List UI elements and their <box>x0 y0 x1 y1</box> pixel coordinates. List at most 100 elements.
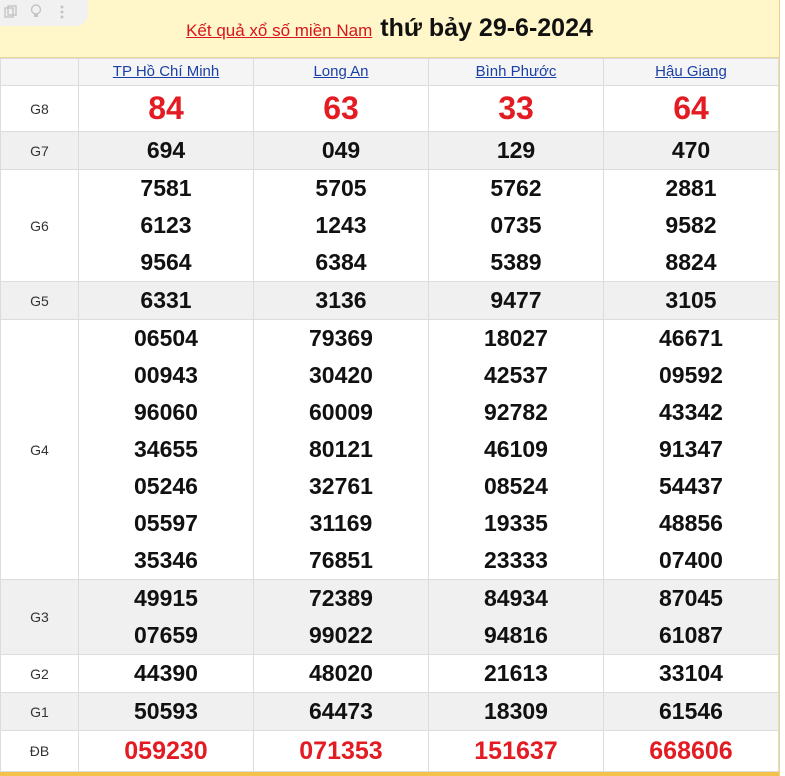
jackpot-value: 668606 <box>603 730 779 772</box>
prize-label: G5 <box>0 281 79 320</box>
prize-value: 07659 <box>134 622 198 648</box>
prize-value: 19335 <box>484 510 548 536</box>
prize-value: 694 <box>78 131 254 170</box>
draw-date: thứ bảy 29-6-2024 <box>380 14 593 42</box>
prize-cell: 5762 0735 5389 <box>428 169 604 282</box>
prize-cell: 87045 61087 <box>603 579 779 655</box>
jackpot-value: 059230 <box>78 730 254 772</box>
prize-value: 05246 <box>134 473 198 499</box>
lightbulb-icon[interactable] <box>28 4 44 22</box>
prize-cell: 49915 07659 <box>78 579 254 655</box>
prize-value: 92782 <box>484 399 548 425</box>
prize-value: 1243 <box>315 212 367 238</box>
prize-value: 31169 <box>309 510 373 536</box>
prize-row-db: ĐB 059230 071353 151637 668606 <box>0 730 779 772</box>
prize-value: 33 <box>428 85 604 132</box>
prize-value: 34655 <box>134 436 198 462</box>
corner-cell <box>0 58 79 86</box>
prize-value: 35346 <box>134 547 198 573</box>
prize-value: 64473 <box>253 692 429 731</box>
prize-cell: 46671 09592 43342 91347 54437 48856 0740… <box>603 319 779 580</box>
prize-row-g6: G6 7581 6123 9564 5705 1243 6384 5762 07… <box>0 169 779 282</box>
prize-cell: 84934 94816 <box>428 579 604 655</box>
prize-value: 48020 <box>253 654 429 693</box>
results-panel: Kết quả xổ số miền Nam thứ bảy 29-6-2024… <box>0 0 780 776</box>
prize-value: 18027 <box>484 325 548 351</box>
province-link-long-an[interactable]: Long An <box>313 63 368 80</box>
prize-value: 33104 <box>603 654 779 693</box>
prize-value: 87045 <box>659 585 723 611</box>
prize-cell: 2881 9582 8824 <box>603 169 779 282</box>
floating-toolbar <box>0 0 88 26</box>
prize-cell: 06504 00943 96060 34655 05246 05597 3534… <box>78 319 254 580</box>
prize-value: 80121 <box>309 436 373 462</box>
prize-value: 76851 <box>309 547 373 573</box>
more-options-icon[interactable] <box>54 5 70 22</box>
prize-value: 79369 <box>309 325 373 351</box>
prize-value: 5705 <box>315 175 367 201</box>
region-results-link[interactable]: Kết quả xổ số miền Nam <box>186 21 372 41</box>
prize-value: 44390 <box>78 654 254 693</box>
prize-row-g1: G1 50593 64473 18309 61546 <box>0 692 779 731</box>
prize-value: 2881 <box>665 175 717 201</box>
prize-cell: 72389 99022 <box>253 579 429 655</box>
prize-value: 5389 <box>490 249 542 275</box>
prize-label: G6 <box>0 169 79 282</box>
prize-value: 48856 <box>659 510 723 536</box>
prize-row-g8: G8 84 63 33 64 <box>0 85 779 132</box>
province-link-binh-phuoc[interactable]: Bình Phước <box>476 63 557 80</box>
jackpot-value: 071353 <box>253 730 429 772</box>
prize-value: 09592 <box>659 362 723 388</box>
prize-value: 63 <box>253 85 429 132</box>
prize-label: G1 <box>0 692 79 731</box>
prize-label: ĐB <box>0 730 79 772</box>
prize-value: 00943 <box>134 362 198 388</box>
province-link-hau-giang[interactable]: Hậu Giang <box>655 63 727 80</box>
prize-label: G3 <box>0 579 79 655</box>
prize-row-g4: G4 06504 00943 96060 34655 05246 05597 3… <box>0 319 779 580</box>
prize-value: 049 <box>253 131 429 170</box>
province-link-hcm[interactable]: TP Hồ Chí Minh <box>113 63 219 80</box>
prize-value: 42537 <box>484 362 548 388</box>
prize-value: 9477 <box>428 281 604 320</box>
prize-value: 23333 <box>484 547 548 573</box>
prize-value: 46109 <box>484 436 548 462</box>
prize-value: 46671 <box>659 325 723 351</box>
prize-value: 9564 <box>140 249 192 275</box>
prize-value: 3105 <box>603 281 779 320</box>
prize-value: 3136 <box>253 281 429 320</box>
prize-value: 06504 <box>134 325 198 351</box>
prize-value: 9582 <box>665 212 717 238</box>
prize-row-g2: G2 44390 48020 21613 33104 <box>0 654 779 693</box>
prize-value: 470 <box>603 131 779 170</box>
prize-row-g3: G3 49915 07659 72389 99022 84934 94816 8… <box>0 579 779 655</box>
prize-row-g7: G7 694 049 129 470 <box>0 131 779 170</box>
prize-value: 94816 <box>484 622 548 648</box>
bottom-accent-line <box>0 772 779 776</box>
prize-value: 6123 <box>140 212 192 238</box>
prize-value: 61087 <box>659 622 723 648</box>
prize-value: 96060 <box>134 399 198 425</box>
prize-label: G8 <box>0 85 79 132</box>
prize-value: 8824 <box>665 249 717 275</box>
prize-value: 129 <box>428 131 604 170</box>
prize-cell: 7581 6123 9564 <box>78 169 254 282</box>
copy-icon[interactable] <box>2 5 18 21</box>
prize-value: 91347 <box>659 436 723 462</box>
prize-value: 18309 <box>428 692 604 731</box>
prize-value: 43342 <box>659 399 723 425</box>
prize-value: 72389 <box>309 585 373 611</box>
prize-value: 64 <box>603 85 779 132</box>
prize-label: G4 <box>0 319 79 580</box>
prize-value: 49915 <box>134 585 198 611</box>
prize-label: G7 <box>0 131 79 170</box>
prize-value: 99022 <box>309 622 373 648</box>
prize-value: 0735 <box>490 212 542 238</box>
results-header: Kết quả xổ số miền Nam thứ bảy 29-6-2024 <box>0 0 779 58</box>
prize-value: 08524 <box>484 473 548 499</box>
prize-value: 50593 <box>78 692 254 731</box>
prize-cell: 79369 30420 60009 80121 32761 31169 7685… <box>253 319 429 580</box>
prize-value: 84 <box>78 85 254 132</box>
prize-row-g5: G5 6331 3136 9477 3105 <box>0 281 779 320</box>
prize-value: 05597 <box>134 510 198 536</box>
